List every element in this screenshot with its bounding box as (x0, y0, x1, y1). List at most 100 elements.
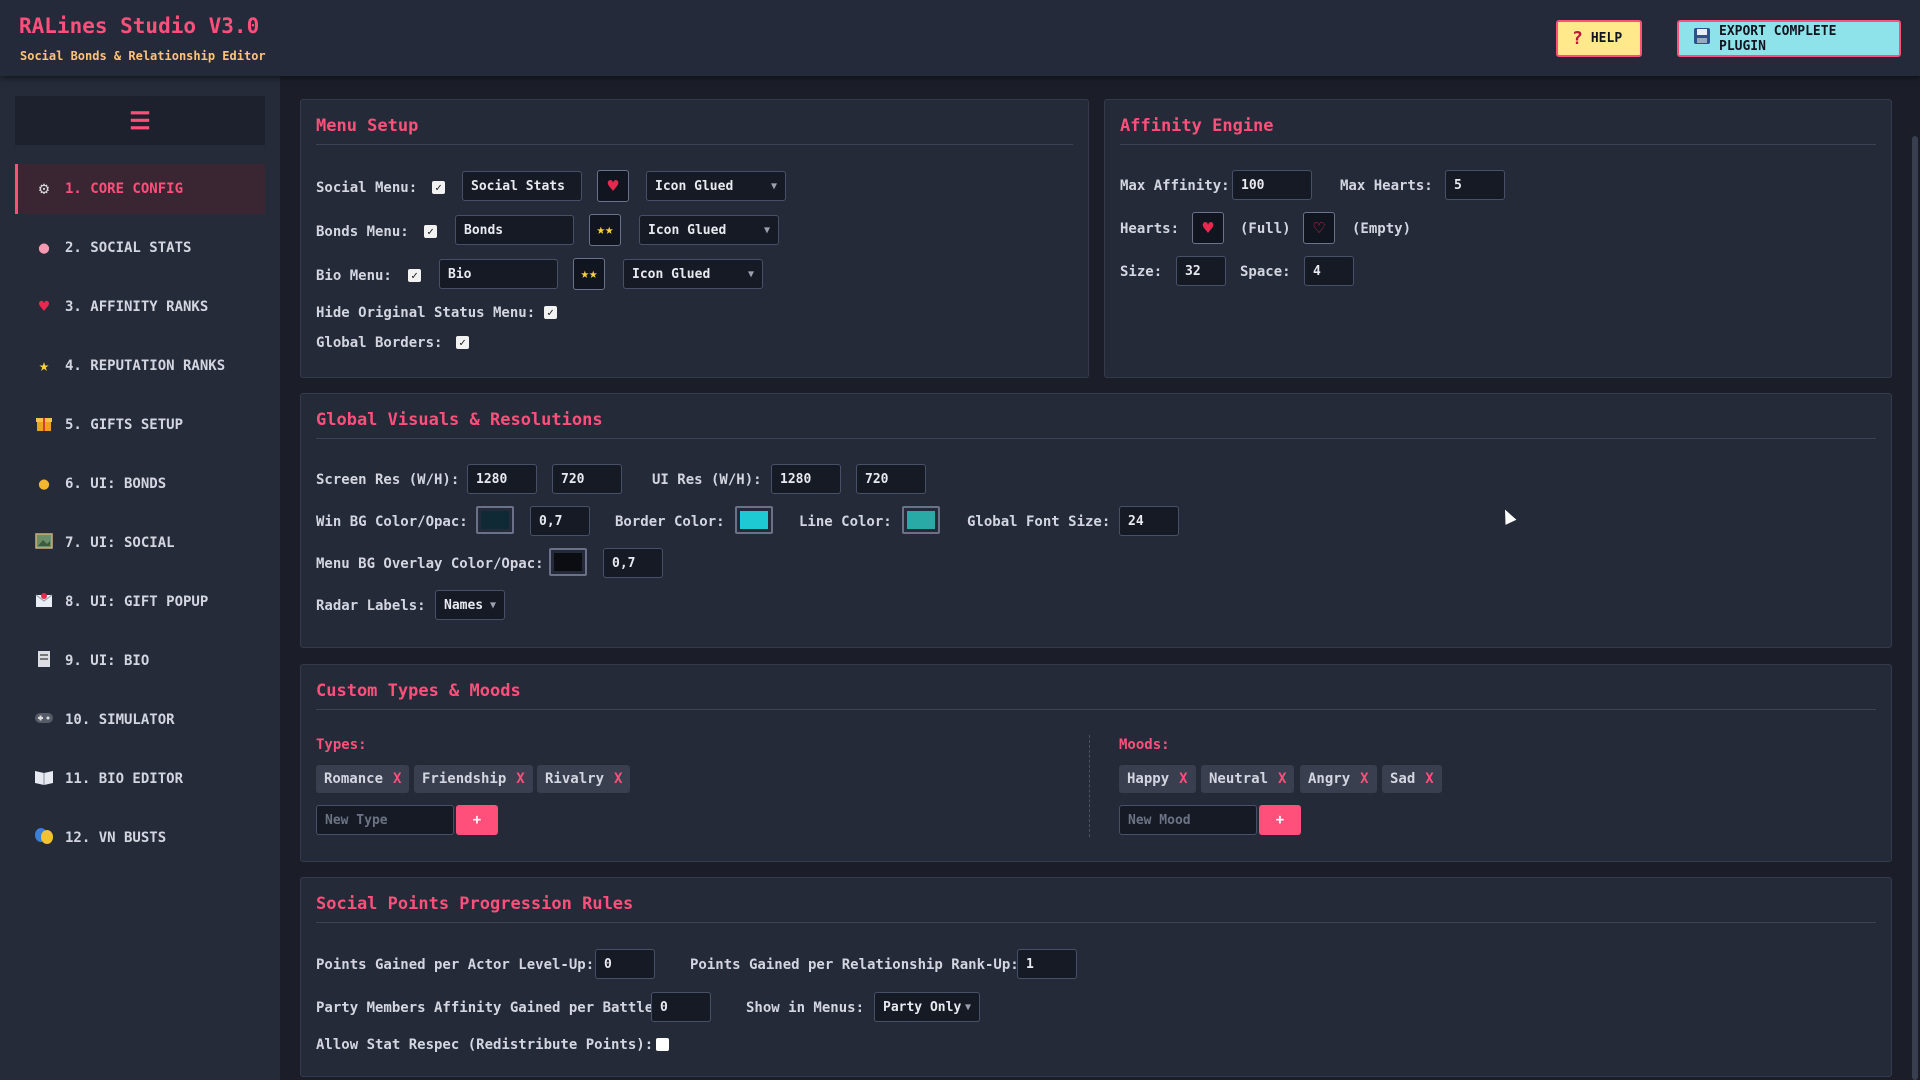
sidebar-item-label: 2. SOCIAL STATS (65, 240, 192, 256)
affinity-engine-panel: Affinity Engine Max Affinity: 100 Max He… (1104, 99, 1892, 378)
max-hearts-input[interactable]: 5 (1445, 170, 1505, 200)
remove-type-button[interactable]: X (614, 771, 622, 787)
radar-labels-select[interactable]: Names ▼ (435, 590, 505, 620)
sidebar-item-ui-bio[interactable]: 9. UI: BIO (15, 636, 265, 686)
sidebar-item-bio-editor[interactable]: 11. BIO EDITOR (15, 754, 265, 804)
masks-icon (33, 827, 55, 850)
sidebar-item-social-stats[interactable]: ● 2. SOCIAL STATS (15, 223, 265, 273)
sidebar-item-label: 4. REPUTATION RANKS (65, 358, 226, 374)
rank-up-points-label: Points Gained per Relationship Rank-Up: (690, 957, 1019, 973)
sidebar-item-label: 9. UI: BIO (65, 653, 150, 669)
panel-title: Social Points Progression Rules (316, 894, 1876, 923)
sidebar-item-gifts-setup[interactable]: 5. GIFTS SETUP (15, 400, 265, 450)
help-button-label: HELP (1590, 31, 1623, 46)
social-menu-mode-select[interactable]: Icon Glued ▼ (646, 171, 786, 201)
full-heart-icon-picker[interactable]: ♥ (1192, 212, 1224, 244)
hide-status-menu-checkbox[interactable]: ✓ (544, 306, 557, 319)
panel-title: Custom Types & Moods (316, 681, 1876, 710)
sidebar-item-simulator[interactable]: 10. SIMULATOR (15, 695, 265, 745)
ui-width-input[interactable]: 1280 (771, 464, 841, 494)
sidebar: ☰ ⚙ 1. CORE CONFIG ● 2. SOCIAL STATS ♥ 3… (0, 76, 280, 1080)
bonds-menu-name-input[interactable]: Bonds (455, 215, 574, 245)
stars-icon: ★★ (596, 222, 614, 238)
add-type-button[interactable]: + (456, 805, 498, 835)
actor-level-points-input[interactable]: 0 (595, 949, 655, 979)
help-button[interactable]: ? HELP (1556, 20, 1642, 57)
sidebar-item-vn-busts[interactable]: 12. VN BUSTS (15, 813, 265, 863)
line-color-swatch[interactable] (902, 506, 940, 534)
party-affinity-input[interactable]: 0 (651, 992, 711, 1022)
screen-width-input[interactable]: 1280 (467, 464, 537, 494)
remove-mood-button[interactable]: X (1179, 771, 1187, 787)
sidebar-item-affinity-ranks[interactable]: ♥ 3. AFFINITY RANKS (15, 282, 265, 332)
border-color-swatch[interactable] (735, 506, 773, 534)
heart-space-input[interactable]: 4 (1304, 256, 1354, 286)
new-mood-input[interactable]: New Mood (1119, 805, 1257, 835)
sidebar-item-ui-bonds[interactable]: ● 6. UI: BONDS (15, 459, 265, 509)
overlay-color-swatch[interactable] (549, 548, 587, 576)
sidebar-item-label: 10. SIMULATOR (65, 712, 175, 728)
remove-type-button[interactable]: X (393, 771, 401, 787)
ui-height-input[interactable]: 720 (856, 464, 926, 494)
remove-type-button[interactable]: X (516, 771, 524, 787)
rank-up-points-input[interactable]: 1 (1017, 949, 1077, 979)
sidebar-item-ui-social[interactable]: 7. UI: SOCIAL (15, 518, 265, 568)
brain-icon: ● (38, 238, 50, 258)
global-visuals-panel: Global Visuals & Resolutions Screen Res … (300, 393, 1892, 648)
tag-label: Rivalry (545, 771, 605, 787)
book-icon (33, 769, 55, 790)
screen-height-input[interactable]: 720 (552, 464, 622, 494)
sidebar-toggle-button[interactable]: ☰ (15, 96, 265, 145)
win-bg-opacity-input[interactable]: 0,7 (530, 506, 590, 536)
sidebar-item-label: 7. UI: SOCIAL (65, 535, 175, 551)
bio-menu-checkbox[interactable]: ✓ (408, 269, 421, 282)
add-mood-button[interactable]: + (1259, 805, 1301, 835)
main-scrollbar[interactable] (1912, 136, 1918, 1080)
social-menu-checkbox[interactable]: ✓ (432, 181, 445, 194)
global-font-size-input[interactable]: 24 (1119, 506, 1179, 536)
question-icon: ? (1572, 28, 1583, 49)
bonds-menu-checkbox[interactable]: ✓ (424, 225, 437, 238)
global-borders-checkbox[interactable]: ✓ (456, 336, 469, 349)
bonds-menu-icon-picker[interactable]: ★★ (589, 214, 621, 246)
stat-respec-checkbox[interactable] (656, 1038, 669, 1051)
sidebar-item-core-config[interactable]: ⚙ 1. CORE CONFIG (15, 164, 265, 214)
heart-size-input[interactable]: 32 (1176, 256, 1226, 286)
tag-label: Sad (1390, 771, 1416, 787)
remove-mood-button[interactable]: X (1278, 771, 1286, 787)
remove-mood-button[interactable]: X (1425, 771, 1433, 787)
win-bg-color-swatch[interactable] (476, 506, 514, 534)
bonds-menu-mode-select[interactable]: Icon Glued ▼ (639, 215, 779, 245)
sidebar-item-reputation-ranks[interactable]: ★ 4. REPUTATION RANKS (15, 341, 265, 391)
export-plugin-button[interactable]: EXPORT COMPLETE PLUGIN (1677, 20, 1901, 57)
sidebar-item-label: 8. UI: GIFT POPUP (65, 594, 209, 610)
stars-icon: ★★ (580, 266, 598, 282)
custom-types-moods-panel: Custom Types & Moods Types: Romance X Fri… (300, 664, 1892, 862)
panel-title: Affinity Engine (1120, 116, 1876, 145)
social-menu-name-input[interactable]: Social Stats (462, 171, 582, 201)
max-affinity-input[interactable]: 100 (1232, 170, 1312, 200)
sidebar-item-label: 1. CORE CONFIG (65, 181, 184, 197)
show-in-menus-select[interactable]: Party Only ▼ (874, 992, 980, 1022)
app-subtitle: Social Bonds & Relationship Editor (20, 49, 266, 63)
empty-heart-icon-picker[interactable]: ♡ (1303, 212, 1335, 244)
gift-icon (33, 414, 55, 437)
win-bg-label: Win BG Color/Opac: (316, 514, 468, 530)
sidebar-item-label: 12. VN BUSTS (65, 830, 167, 846)
chevron-down-icon: ▼ (747, 268, 754, 280)
ui-res-label: UI Res (W/H): (652, 472, 762, 488)
radar-labels-label: Radar Labels: (316, 598, 426, 614)
new-type-input[interactable]: New Type (316, 805, 454, 835)
bio-menu-mode-select[interactable]: Icon Glued ▼ (623, 259, 763, 289)
overlay-opacity-input[interactable]: 0,7 (603, 548, 663, 578)
empty-heart-icon: ♡ (1313, 217, 1325, 239)
sidebar-item-ui-gift-popup[interactable]: 8. UI: GIFT POPUP (15, 577, 265, 627)
bio-menu-icon-picker[interactable]: ★★ (573, 258, 605, 290)
remove-mood-button[interactable]: X (1360, 771, 1368, 787)
line-color-label: Line Color: (799, 514, 892, 530)
tag-label: Romance (324, 771, 384, 787)
social-menu-icon-picker[interactable]: ♥ (597, 170, 629, 202)
global-borders-label: Global Borders: (316, 335, 443, 351)
bio-menu-name-input[interactable]: Bio (439, 259, 558, 289)
hearts-label: Hearts: (1120, 221, 1180, 237)
